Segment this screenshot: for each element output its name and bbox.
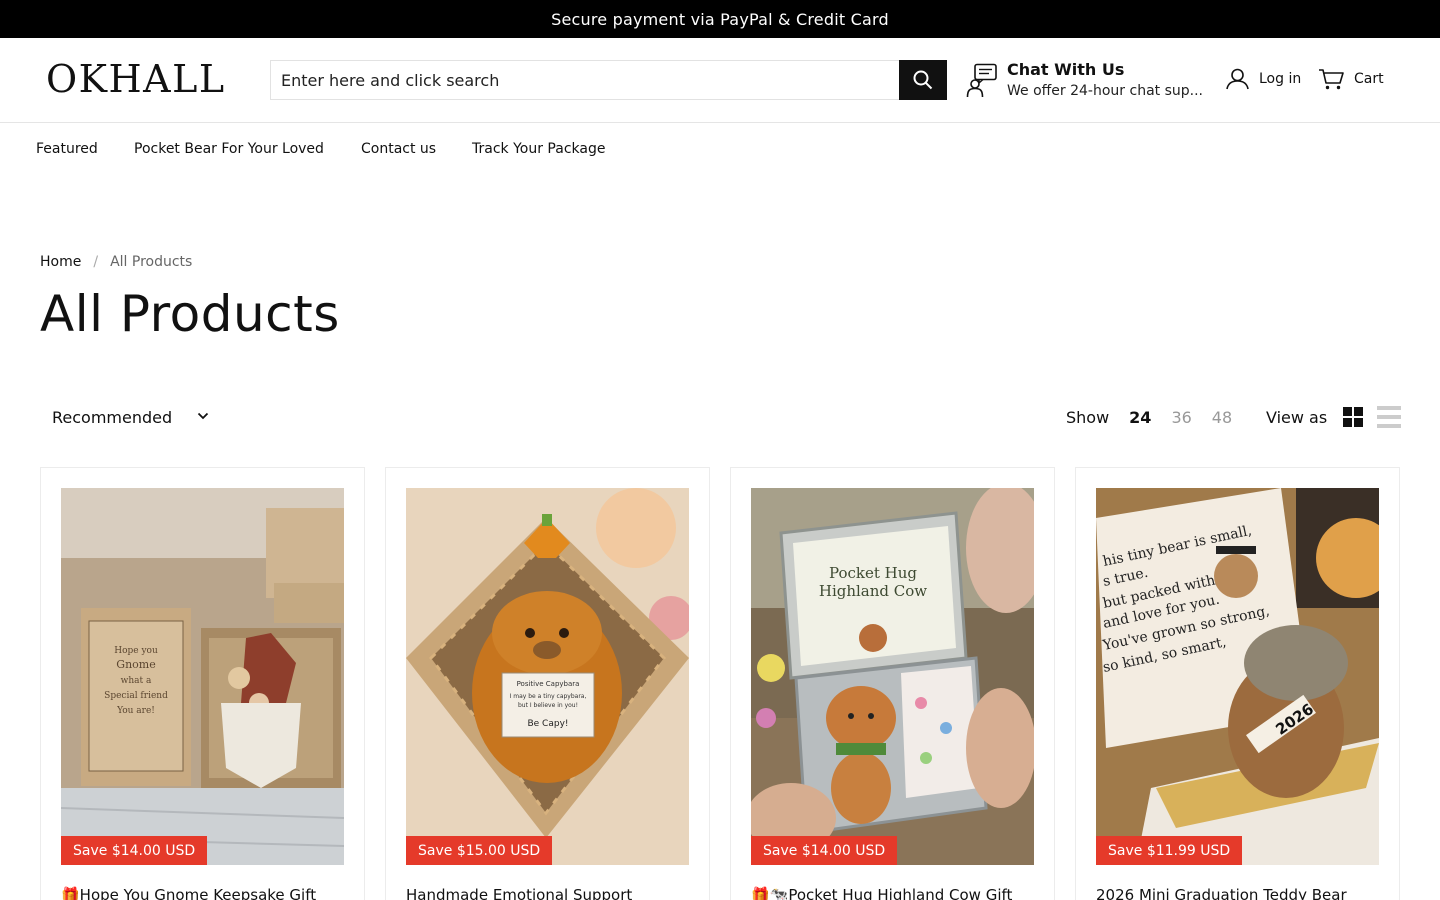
show-per-page: Show 24 36 48 (1066, 405, 1252, 429)
cart-label: Cart (1354, 71, 1384, 87)
search-icon (913, 70, 933, 90)
svg-text:what a: what a (121, 676, 152, 686)
chevron-down-icon (197, 412, 209, 420)
product-image-graduation-bear[interactable]: his tiny bear is small, s true. but pack… (1096, 488, 1379, 865)
save-badge: Save $15.00 USD (406, 836, 553, 865)
product-title[interactable]: 2026 Mini Graduation Teddy Bear (1096, 886, 1386, 900)
product-card[interactable]: his tiny bear is small, s true. but pack… (1075, 467, 1400, 900)
show-label: Show (1066, 407, 1110, 427)
announcement-text: Secure payment via PayPal & Credit Card (551, 9, 889, 29)
svg-text:Be Capy!: Be Capy! (527, 719, 568, 729)
product-title[interactable]: 🎁🐄Pocket Hug Highland Cow Gift (751, 886, 1041, 900)
product-card[interactable]: Pocket Hug Highland Cow Save $14.00 USD … (730, 467, 1055, 900)
save-badge: Save $11.99 USD (1096, 836, 1243, 865)
breadcrumb-current: All Products (110, 254, 193, 270)
search-button[interactable] (899, 60, 947, 100)
site-header: OKHALL Chat With Us We offer 24-hour cha… (0, 38, 1440, 123)
product-image-capybara[interactable]: Positive Capybara I may be a tiny capyba… (406, 488, 689, 865)
nav-item-pocket-bear[interactable]: Pocket Bear For Your Loved (134, 141, 324, 157)
breadcrumb: Home / All Products (40, 254, 192, 270)
nav-item-track-package[interactable]: Track Your Package (472, 141, 605, 157)
show-option-48[interactable]: 48 (1212, 408, 1232, 427)
logo[interactable]: OKHALL (46, 57, 226, 101)
list-view-icon[interactable] (1377, 406, 1402, 428)
search-bar (270, 60, 947, 100)
nav-item-contact-us[interactable]: Contact us (361, 141, 436, 157)
product-image-gnome[interactable]: Hope you Gnome what a Special friend You… (61, 488, 344, 865)
chat-subtitle: We offer 24-hour chat sup... (1007, 83, 1203, 99)
nav-item-featured[interactable]: Featured (36, 141, 98, 157)
product-card[interactable]: Positive Capybara I may be a tiny capyba… (385, 467, 710, 900)
svg-text:but I believe in you!: but I believe in you! (518, 702, 578, 709)
search-input[interactable] (270, 60, 899, 100)
chat-support-icon (966, 63, 997, 98)
chat-title: Chat With Us (1007, 60, 1125, 79)
svg-text:Highland Cow: Highland Cow (819, 582, 927, 600)
chat-with-us[interactable]: Chat With Us We offer 24-hour chat sup..… (966, 58, 1216, 104)
login-link[interactable]: Log in (1226, 66, 1301, 92)
page-title: All Products (40, 285, 340, 343)
product-title[interactable]: Handmade Emotional Support (406, 886, 696, 900)
login-label: Log in (1259, 71, 1302, 87)
save-badge: Save $14.00 USD (751, 836, 898, 865)
svg-text:Positive Capybara: Positive Capybara (517, 680, 580, 688)
save-badge: Save $14.00 USD (61, 836, 208, 865)
sort-select[interactable]: Recommended (40, 398, 220, 436)
svg-text:Hope you: Hope you (114, 646, 158, 656)
announcement-bar: Secure payment via PayPal & Credit Card (0, 0, 1440, 38)
cart-icon (1319, 69, 1344, 90)
svg-text:Pocket Hug: Pocket Hug (829, 564, 917, 582)
view-as: View as (1266, 405, 1402, 429)
sort-selected-value: Recommended (52, 407, 173, 427)
view-as-label: View as (1266, 407, 1328, 427)
product-title[interactable]: 🎁Hope You Gnome Keepsake Gift (61, 886, 351, 900)
main-nav: Featured Pocket Bear For Your Loved Cont… (0, 124, 1440, 176)
show-option-36[interactable]: 36 (1171, 408, 1191, 427)
svg-text:You are!: You are! (116, 706, 155, 716)
show-option-24[interactable]: 24 (1129, 408, 1151, 427)
cart-link[interactable]: Cart (1318, 66, 1384, 92)
product-image-highland-cow[interactable]: Pocket Hug Highland Cow (751, 488, 1034, 865)
svg-text:I may be a tiny capybara,: I may be a tiny capybara, (510, 693, 587, 700)
breadcrumb-separator: / (93, 254, 99, 270)
grid-view-icon[interactable] (1343, 407, 1364, 427)
svg-text:Special friend: Special friend (104, 691, 168, 701)
product-card[interactable]: Hope you Gnome what a Special friend You… (40, 467, 365, 900)
breadcrumb-home[interactable]: Home (40, 254, 81, 270)
user-icon (1226, 68, 1249, 90)
svg-text:Gnome: Gnome (116, 658, 155, 671)
